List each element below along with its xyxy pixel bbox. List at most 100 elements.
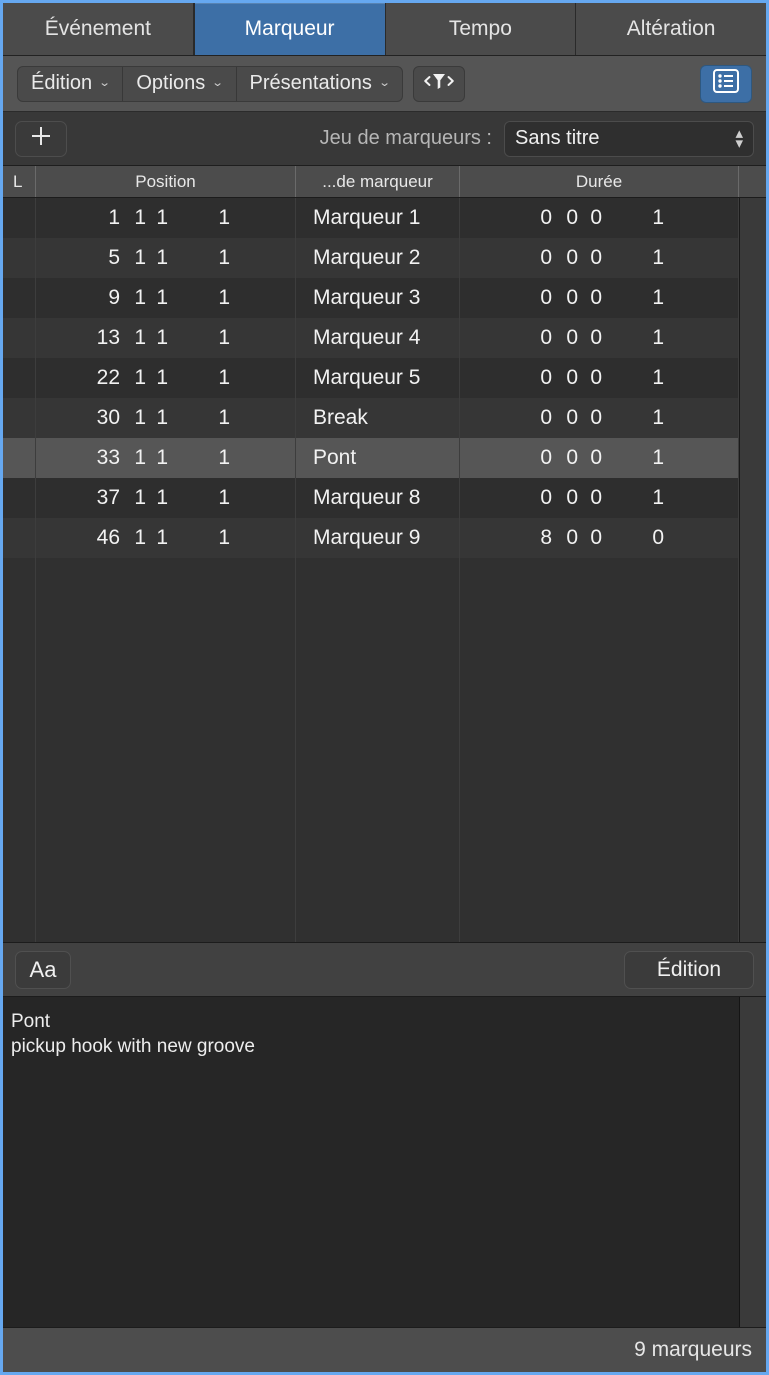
position-bar: 1 (108, 206, 120, 229)
position-tick: 1 (218, 366, 230, 389)
row-position[interactable]: 22 1 1 1 (36, 358, 296, 398)
row-duration[interactable]: 0 0 0 1 (460, 238, 739, 278)
table-row[interactable]: 22 1 1 1 Marqueur 5 0 0 0 1 (3, 358, 739, 398)
table-row[interactable]: 37 1 1 1 Marqueur 8 0 0 0 1 (3, 478, 739, 518)
duration-bar: 0 (540, 246, 552, 269)
row-duration[interactable]: 8 0 0 0 (460, 518, 739, 558)
add-marker-button[interactable] (15, 120, 67, 157)
row-name[interactable]: Break (296, 398, 460, 438)
tab-evenement[interactable]: Événement (3, 3, 194, 55)
tab-marqueur[interactable]: Marqueur (193, 3, 386, 55)
table-row[interactable]: 9 1 1 1 Marqueur 3 0 0 0 1 (3, 278, 739, 318)
table-empty-area[interactable] (3, 558, 739, 942)
column-header-extra[interactable] (739, 166, 766, 197)
tab-tempo[interactable]: Tempo (385, 3, 577, 55)
marker-set-value: Sans titre (515, 127, 600, 149)
position-div: 1 (156, 526, 168, 549)
row-duration[interactable]: 0 0 0 1 (460, 318, 739, 358)
plus-icon (29, 124, 53, 153)
duration-beat: 0 (566, 406, 578, 429)
position-beat: 1 (134, 446, 146, 469)
row-duration[interactable]: 0 0 0 1 (460, 198, 739, 238)
column-header-name[interactable]: ...de marqueur (296, 166, 460, 197)
row-lock[interactable] (3, 398, 36, 438)
duration-div: 0 (590, 486, 602, 509)
row-name[interactable]: Marqueur 3 (296, 278, 460, 318)
table-vertical-scrollbar[interactable] (739, 198, 766, 942)
row-position[interactable]: 37 1 1 1 (36, 478, 296, 518)
menu-toolbar: Édition ⌄ Options ⌄ Présentations ⌄ (3, 56, 766, 112)
list-view-button[interactable] (700, 64, 752, 103)
stepper-icon: ▴ ▾ (735, 126, 743, 151)
row-lock[interactable] (3, 198, 36, 238)
row-duration[interactable]: 0 0 0 1 (460, 278, 739, 318)
tab-label: Marqueur (244, 17, 335, 40)
note-vertical-scrollbar[interactable] (740, 997, 766, 1327)
row-name[interactable]: Marqueur 2 (296, 238, 460, 278)
position-tick: 1 (218, 326, 230, 349)
duration-tick: 0 (652, 526, 664, 549)
position-beat: 1 (134, 366, 146, 389)
tab-alteration[interactable]: Altération (576, 3, 766, 55)
row-position[interactable]: 13 1 1 1 (36, 318, 296, 358)
table-row[interactable]: 30 1 1 1 Break 0 0 0 1 (3, 398, 739, 438)
row-lock[interactable] (3, 518, 36, 558)
row-duration[interactable]: 0 0 0 1 (460, 438, 739, 478)
table-row[interactable]: 5 1 1 1 Marqueur 2 0 0 0 1 (3, 238, 739, 278)
row-position[interactable]: 46 1 1 1 (36, 518, 296, 558)
table-row[interactable]: 1 1 1 1 Marqueur 1 0 0 0 1 (3, 198, 739, 238)
row-lock[interactable] (3, 438, 36, 478)
font-button[interactable]: Aa (15, 950, 71, 989)
row-name[interactable]: Marqueur 1 (296, 198, 460, 238)
row-position[interactable]: 30 1 1 1 (36, 398, 296, 438)
row-name[interactable]: Marqueur 4 (296, 318, 460, 358)
row-name[interactable]: Marqueur 9 (296, 518, 460, 558)
row-position[interactable]: 9 1 1 1 (36, 278, 296, 318)
note-text[interactable]: Pont pickup hook with new groove (3, 997, 740, 1327)
row-name[interactable]: Pont (296, 438, 460, 478)
chevron-down-icon: ⌄ (211, 77, 225, 89)
position-div: 1 (156, 486, 168, 509)
row-duration[interactable]: 0 0 0 1 (460, 398, 739, 438)
marker-set-dropdown[interactable]: Sans titre ▴ ▾ (504, 120, 754, 157)
row-name[interactable]: Marqueur 5 (296, 358, 460, 398)
row-lock[interactable] (3, 318, 36, 358)
filter-button[interactable] (413, 65, 466, 102)
row-duration[interactable]: 0 0 0 1 (460, 478, 739, 518)
row-lock[interactable] (3, 358, 36, 398)
chevron-down-icon: ⌄ (98, 77, 111, 89)
position-div: 1 (156, 246, 168, 269)
position-div: 1 (156, 326, 168, 349)
row-position[interactable]: 5 1 1 1 (36, 238, 296, 278)
menu-options[interactable]: Options ⌄ (123, 66, 237, 101)
duration-beat: 0 (566, 486, 578, 509)
table-row[interactable]: 46 1 1 1 Marqueur 9 8 0 0 0 (3, 518, 739, 558)
duration-bar: 0 (540, 406, 552, 429)
duration-beat: 0 (566, 446, 578, 469)
tab-label: Tempo (448, 17, 512, 40)
table-row[interactable]: 33 1 1 1 Pont 0 0 0 1 (3, 438, 739, 478)
duration-bar: 8 (540, 526, 552, 549)
menu-label: Options (136, 72, 206, 94)
row-name[interactable]: Marqueur 8 (296, 478, 460, 518)
column-header-lock[interactable]: L (3, 166, 36, 197)
row-position[interactable]: 33 1 1 1 (36, 438, 296, 478)
tab-label: Événement (44, 17, 151, 40)
duration-tick: 1 (652, 286, 664, 309)
row-duration[interactable]: 0 0 0 1 (460, 358, 739, 398)
column-header-position[interactable]: Position (36, 166, 296, 197)
row-lock[interactable] (3, 278, 36, 318)
position-bar: 13 (96, 326, 120, 349)
position-tick: 1 (218, 206, 230, 229)
menu-presentations[interactable]: Présentations ⌄ (237, 67, 403, 101)
position-div: 1 (156, 206, 168, 229)
row-lock[interactable] (3, 238, 36, 278)
menu-edition[interactable]: Édition ⌄ (18, 66, 124, 101)
position-beat: 1 (134, 206, 146, 229)
column-header-duration[interactable]: Durée (460, 166, 739, 197)
note-edit-button[interactable]: Édition (624, 950, 754, 989)
row-lock[interactable] (3, 478, 36, 518)
duration-div: 0 (590, 526, 602, 549)
row-position[interactable]: 1 1 1 1 (36, 198, 296, 238)
table-row[interactable]: 13 1 1 1 Marqueur 4 0 0 0 1 (3, 318, 739, 358)
